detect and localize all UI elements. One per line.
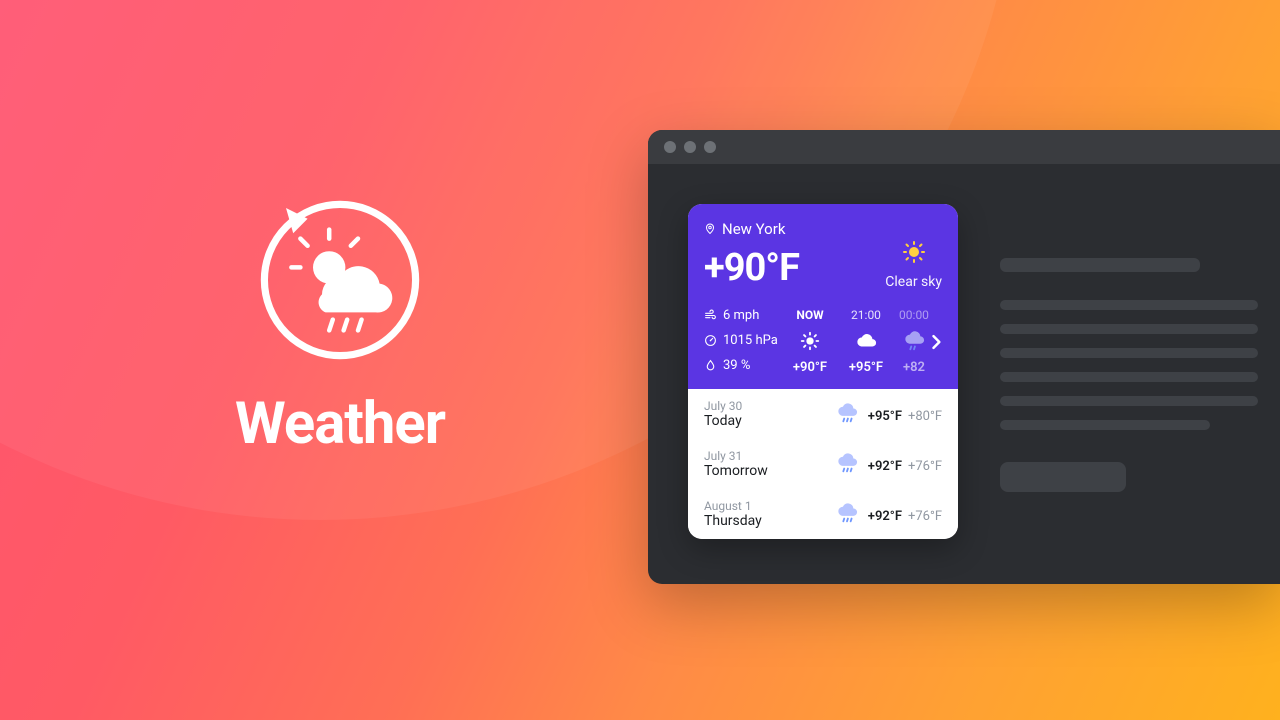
location-row[interactable]: New York <box>704 220 942 238</box>
wind-icon <box>704 309 717 322</box>
cloud-rain-icon <box>836 503 858 525</box>
forecast-high: +92°F <box>868 459 902 474</box>
pin-icon <box>704 223 716 235</box>
hour-temp: +90°F <box>793 360 827 375</box>
weather-logo-icon <box>250 190 430 370</box>
skeleton-line <box>1000 300 1258 310</box>
window-minimize-dot[interactable] <box>684 141 696 153</box>
skeleton-line <box>1000 420 1210 430</box>
cloud-rain-icon <box>836 453 858 475</box>
chevron-right-icon[interactable] <box>926 332 942 352</box>
pressure-value: 1015 hPa <box>723 333 778 348</box>
forecast-day[interactable]: July 30 Today +95°F +80°F <box>688 389 958 439</box>
window-maximize-dot[interactable] <box>704 141 716 153</box>
humidity-stat: 39 % <box>704 358 782 373</box>
hourly-forecast[interactable]: NOW +90°F 21:00 +95°F 00:00 <box>782 308 942 375</box>
forecast-date: August 1 <box>704 499 826 513</box>
condition-label: Clear sky <box>885 274 942 290</box>
hour-time: 21:00 <box>851 308 881 322</box>
hero-title: Weather <box>210 390 470 458</box>
window-titlebar <box>648 130 1280 164</box>
forecast-low: +76°F <box>908 509 942 524</box>
weather-card: New York +90°F <box>688 204 958 539</box>
cloud-rain-icon <box>836 403 858 425</box>
sun-icon <box>799 330 821 352</box>
cloud-icon <box>855 330 877 352</box>
forecast-high: +95°F <box>868 409 902 424</box>
forecast-high: +92°F <box>868 509 902 524</box>
location-name: New York <box>722 220 785 238</box>
skeleton-title <box>1000 258 1200 272</box>
skeleton-placeholder <box>1000 258 1258 492</box>
skeleton-line <box>1000 396 1258 406</box>
hour-temp: +82 <box>903 360 925 375</box>
current-temperature: +90°F <box>704 246 799 290</box>
hour-slot[interactable]: NOW +90°F <box>782 308 838 375</box>
forecast-label: Thursday <box>704 513 826 529</box>
forecast-date: July 30 <box>704 399 826 413</box>
drop-icon <box>704 359 717 372</box>
pressure-icon <box>704 334 717 347</box>
skeleton-line <box>1000 372 1258 382</box>
skeleton-line <box>1000 348 1258 358</box>
hour-temp: +95°F <box>849 360 883 375</box>
daily-forecast: July 30 Today +95°F +80°F July 31 Tomorro… <box>688 389 958 539</box>
wind-stat: 6 mph <box>704 308 782 323</box>
skeleton-line <box>1000 324 1258 334</box>
forecast-low: +80°F <box>908 409 942 424</box>
hour-time: NOW <box>796 308 823 322</box>
pressure-stat: 1015 hPa <box>704 333 782 348</box>
forecast-date: July 31 <box>704 449 826 463</box>
wind-value: 6 mph <box>723 308 759 323</box>
weather-stats: 6 mph 1015 hPa 39 % <box>704 308 782 375</box>
skeleton-button <box>1000 462 1126 492</box>
forecast-label: Tomorrow <box>704 463 826 479</box>
forecast-day[interactable]: August 1 Thursday +92°F +76°F <box>688 489 958 539</box>
hour-time: 00:00 <box>899 308 929 322</box>
hero-section: Weather <box>210 190 470 458</box>
cloud-rain-icon <box>903 330 925 352</box>
sun-icon <box>902 240 926 264</box>
window-close-dot[interactable] <box>664 141 676 153</box>
humidity-value: 39 % <box>723 358 750 373</box>
hour-slot[interactable]: 21:00 +95°F <box>838 308 894 375</box>
browser-window: New York +90°F <box>648 130 1280 584</box>
forecast-day[interactable]: July 31 Tomorrow +92°F +76°F <box>688 439 958 489</box>
forecast-label: Today <box>704 413 826 429</box>
forecast-low: +76°F <box>908 459 942 474</box>
